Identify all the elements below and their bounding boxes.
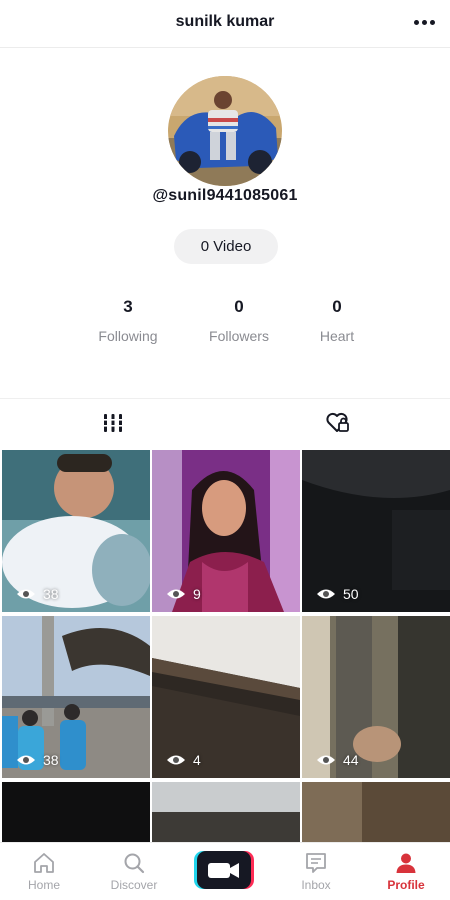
video-thumbnail[interactable] <box>302 782 450 842</box>
view-count-text: 4 <box>193 752 201 768</box>
bottom-navigation: Home Discover Inbox Profile <box>0 842 450 900</box>
stat-following[interactable]: 3 Following <box>73 296 183 344</box>
nav-label: Discover <box>110 878 158 892</box>
view-count-text: 38 <box>43 586 59 602</box>
more-options-button[interactable] <box>410 10 438 34</box>
message-icon <box>306 853 326 873</box>
nav-home[interactable]: Home <box>4 843 84 900</box>
page-title: sunilk kumar <box>175 13 275 30</box>
stat-value: 0 <box>234 297 244 316</box>
top-bar: sunilk kumar <box>0 0 450 48</box>
content-tabs <box>0 398 450 446</box>
tab-videos[interactable] <box>0 399 225 447</box>
stat-label: Followers <box>209 328 269 344</box>
eye-icon <box>317 589 335 599</box>
person-icon <box>396 853 416 873</box>
stat-value: 3 <box>123 297 133 316</box>
view-count-text: 50 <box>343 586 359 602</box>
view-count: 38 <box>16 752 59 768</box>
nav-label: Profile <box>387 878 425 892</box>
view-count: 38 <box>16 586 59 602</box>
video-camera-icon <box>194 851 254 889</box>
view-count: 50 <box>316 586 359 602</box>
nav-label: Home <box>27 878 60 892</box>
eye-icon <box>17 755 35 765</box>
view-count: 4 <box>166 752 201 768</box>
profile-username: @sunil9441085061 <box>152 187 298 204</box>
nav-profile[interactable]: Profile <box>366 843 446 900</box>
view-count-text: 44 <box>343 752 359 768</box>
video-count-button[interactable]: 0 Video <box>174 229 278 264</box>
nav-discover[interactable]: Discover <box>94 843 174 900</box>
video-thumbnail[interactable] <box>152 782 300 842</box>
more-dot <box>429 19 435 25</box>
video-thumbnail[interactable]: 9 <box>152 450 300 612</box>
eye-icon <box>17 589 35 599</box>
stat-heart[interactable]: 0 Heart <box>282 296 392 344</box>
profile-stats: 3 Following 0 Followers 0 Heart <box>0 296 450 356</box>
stat-label: Heart <box>319 328 355 344</box>
video-thumbnail[interactable]: 38 <box>2 450 150 612</box>
create-video-button[interactable] <box>194 851 254 889</box>
eye-icon <box>317 755 335 765</box>
eye-icon <box>167 589 185 599</box>
video-thumbnail[interactable]: 44 <box>302 616 450 778</box>
home-icon <box>34 853 54 873</box>
view-count: 9 <box>166 586 201 602</box>
more-dot <box>413 19 419 25</box>
video-thumbnail[interactable]: 38 <box>2 616 150 778</box>
search-icon <box>124 853 145 874</box>
stat-value: 0 <box>332 297 342 316</box>
video-thumbnail[interactable]: 50 <box>302 450 450 612</box>
nav-label: Inbox <box>301 878 331 892</box>
grid-icon <box>102 414 123 432</box>
view-count: 44 <box>316 752 359 768</box>
video-thumbnail[interactable]: 4 <box>152 616 300 778</box>
view-count-text: 38 <box>43 752 59 768</box>
more-dot <box>421 19 427 25</box>
avatar[interactable] <box>168 76 282 186</box>
nav-inbox[interactable]: Inbox <box>276 843 356 900</box>
stat-label: Following <box>98 328 158 344</box>
view-count-text: 9 <box>193 586 201 602</box>
eye-icon <box>167 755 185 765</box>
stat-followers[interactable]: 0 Followers <box>184 296 294 344</box>
tab-liked[interactable] <box>225 399 450 447</box>
liked-heart-icon <box>325 412 349 432</box>
video-thumbnail[interactable] <box>2 782 150 842</box>
video-grid: 38 9 50 38 4 44 <box>0 450 450 842</box>
